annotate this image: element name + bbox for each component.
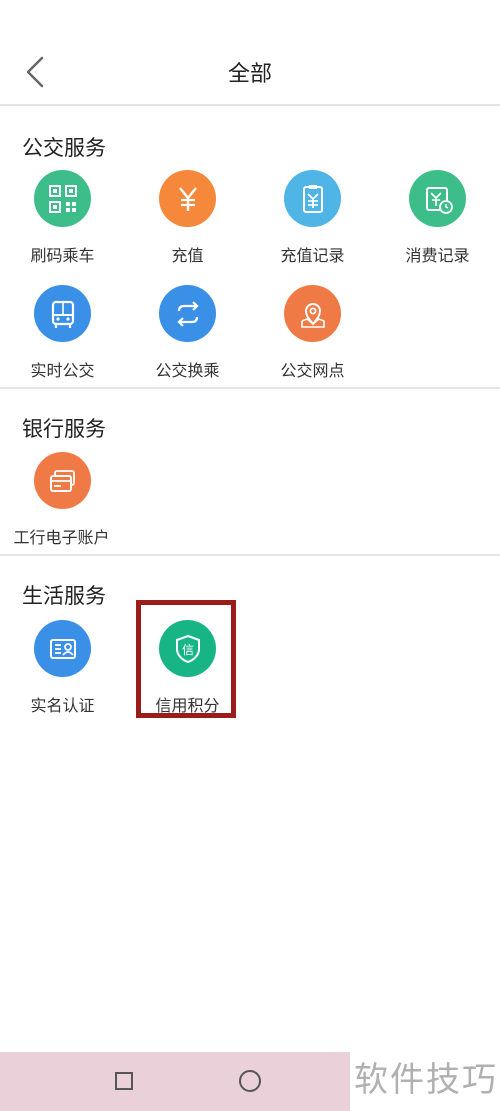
page-title: 全部 — [227, 62, 272, 87]
qr-code-icon — [34, 170, 91, 227]
service-item-scan-ride[interactable]: 刷码乘车 — [0, 170, 125, 280]
service-item-label: 工行电子账户 — [13, 528, 110, 547]
section-divider — [0, 387, 500, 389]
bank-card-icon — [34, 452, 91, 509]
section-title-bank: 银行服务 — [22, 417, 106, 441]
section-title-life: 生活服务 — [22, 584, 106, 608]
service-item-recharge[interactable]: 充值 — [125, 170, 250, 280]
yen-icon — [159, 170, 216, 227]
map-pin-icon — [284, 285, 341, 342]
service-item-bus-transfer[interactable]: 公交换乘 — [125, 285, 250, 395]
service-item-label: 公交网点 — [280, 361, 345, 380]
service-item-label: 实时公交 — [30, 361, 95, 380]
recharge-record-icon — [284, 170, 341, 227]
top-bar: 全部 — [0, 0, 500, 106]
system-nav-bar — [0, 1052, 350, 1111]
id-card-icon — [34, 620, 91, 677]
watermark-text: 软件技巧 — [354, 1060, 498, 1100]
service-item-icbc-account[interactable]: 工行电子账户 — [0, 452, 125, 562]
home-button[interactable] — [239, 1070, 261, 1092]
service-item-label: 消费记录 — [405, 246, 470, 265]
recent-apps-button[interactable] — [115, 1072, 133, 1090]
service-item-label: 实名认证 — [30, 696, 95, 715]
service-item-label: 充值 — [171, 246, 204, 265]
service-item-label: 刷码乘车 — [30, 246, 95, 265]
service-item-consume-record[interactable]: 消费记录 — [375, 170, 500, 280]
service-item-realtime-bus[interactable]: 实时公交 — [0, 285, 125, 395]
highlight-box — [136, 600, 236, 718]
service-item-real-name[interactable]: 实名认证 — [0, 620, 125, 730]
service-item-label: 充值记录 — [280, 246, 345, 265]
bus-icon — [34, 285, 91, 342]
service-item-recharge-record[interactable]: 充值记录 — [250, 170, 375, 280]
consume-record-icon — [409, 170, 466, 227]
service-item-bus-outlet[interactable]: 公交网点 — [250, 285, 375, 395]
transfer-icon — [159, 285, 216, 342]
section-divider — [0, 554, 500, 556]
service-item-label: 公交换乘 — [155, 361, 220, 380]
section-title-bus: 公交服务 — [22, 136, 106, 160]
